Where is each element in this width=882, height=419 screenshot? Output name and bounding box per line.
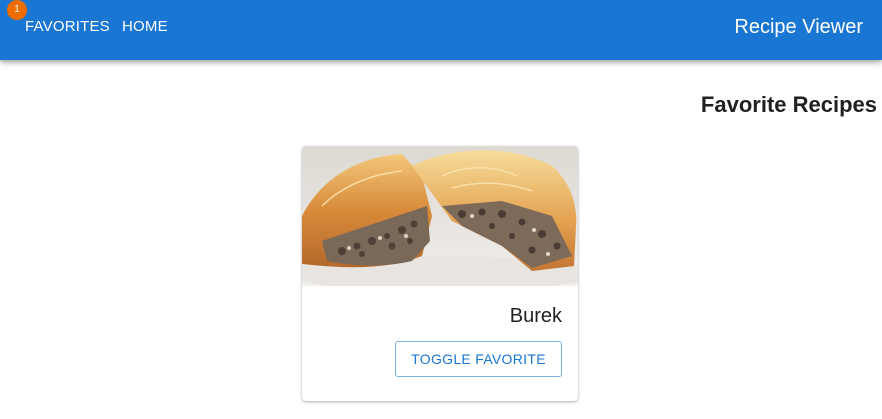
page-title: Favorite Recipes: [700, 92, 877, 117]
app-title: Recipe Viewer: [734, 16, 863, 38]
app-bar: FAVORITES 1 HOME Recipe Viewer: [0, 0, 882, 60]
recipe-name: Burek: [509, 305, 562, 327]
favorites-nav-button[interactable]: FAVORITES: [25, 16, 110, 38]
home-nav-button[interactable]: HOME: [122, 16, 168, 38]
toggle-favorite-button[interactable]: TOGGLE FAVORITE: [395, 341, 562, 377]
favorites-count-badge: 1: [7, 0, 27, 20]
recipe-image: [302, 146, 578, 292]
burek-photo-icon: [302, 146, 578, 292]
recipe-card: Burek TOGGLE FAVORITE: [302, 146, 578, 401]
